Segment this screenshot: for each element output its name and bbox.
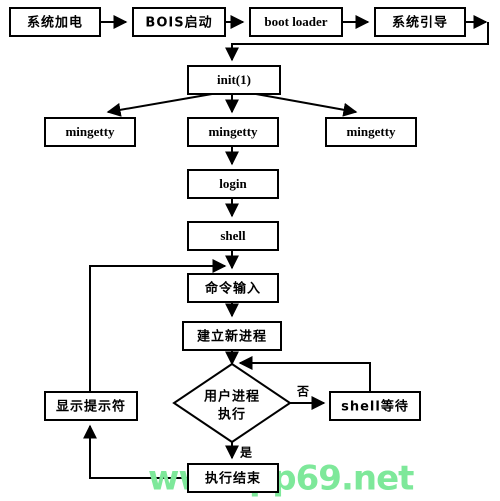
- edge-label-no: 否: [296, 385, 309, 399]
- node-prompt-label: 显示提示符: [56, 399, 126, 415]
- node-shell[interactable]: shell: [187, 221, 279, 251]
- node-cmdinput[interactable]: 命令输入: [187, 273, 279, 303]
- node-mingetty-2[interactable]: mingetty: [187, 117, 279, 147]
- node-power[interactable]: 系统加电: [9, 7, 101, 37]
- node-power-label: 系统加电: [27, 15, 83, 31]
- node-newproc[interactable]: 建立新进程: [182, 321, 282, 351]
- node-shell-label: shell: [220, 228, 246, 243]
- node-cmdinput-label: 命令输入: [204, 281, 261, 297]
- node-sysboot-label: 系统引导: [392, 15, 448, 31]
- node-init[interactable]: init(1): [187, 65, 281, 95]
- node-mingetty-3[interactable]: mingetty: [325, 117, 417, 147]
- node-shellwait[interactable]: shell等待: [329, 391, 421, 421]
- nodes-layer: 系统加电 BOIS启动 boot loader 系统引导 init(1) min…: [9, 7, 466, 493]
- flowchart-canvas: www.pp69.net 系统加电 BOIS启动 boot loader 系统引…: [0, 0, 500, 501]
- node-mingetty-2-label: mingetty: [208, 124, 258, 139]
- edge-label-yes: 是: [239, 446, 253, 460]
- node-sysboot[interactable]: 系统引导: [374, 7, 466, 37]
- node-bios-label: BOIS启动: [145, 15, 212, 31]
- node-newproc-label: 建立新进程: [197, 329, 267, 345]
- node-init-label: init(1): [217, 72, 251, 87]
- node-decision-userproc[interactable]: 用户进程 执行: [172, 362, 292, 444]
- node-bootloader[interactable]: boot loader: [249, 7, 343, 37]
- node-prompt[interactable]: 显示提示符: [44, 391, 138, 421]
- node-decision-userproc-label-line2: 执行: [218, 407, 246, 423]
- node-decision-userproc-label-line1: 用户进程: [203, 389, 260, 405]
- edge-init-to-mingetty3: [255, 93, 358, 117]
- node-mingetty-3-label: mingetty: [346, 124, 396, 139]
- node-execend[interactable]: 执行结束: [187, 463, 279, 493]
- node-bootloader-label: boot loader: [264, 14, 327, 29]
- node-mingetty-1[interactable]: mingetty: [44, 117, 136, 147]
- node-shellwait-label: shell等待: [341, 399, 409, 415]
- edge-init-to-mingetty1: [106, 93, 213, 117]
- node-execend-label: 执行结束: [205, 471, 261, 487]
- edges-layer: [83, 15, 489, 479]
- node-mingetty-1-label: mingetty: [65, 124, 115, 139]
- node-login-label: login: [219, 176, 247, 191]
- node-bios[interactable]: BOIS启动: [132, 7, 226, 37]
- flowchart-svg: www.pp69.net 系统加电 BOIS启动 boot loader 系统引…: [9, 7, 489, 499]
- node-login[interactable]: login: [187, 169, 279, 199]
